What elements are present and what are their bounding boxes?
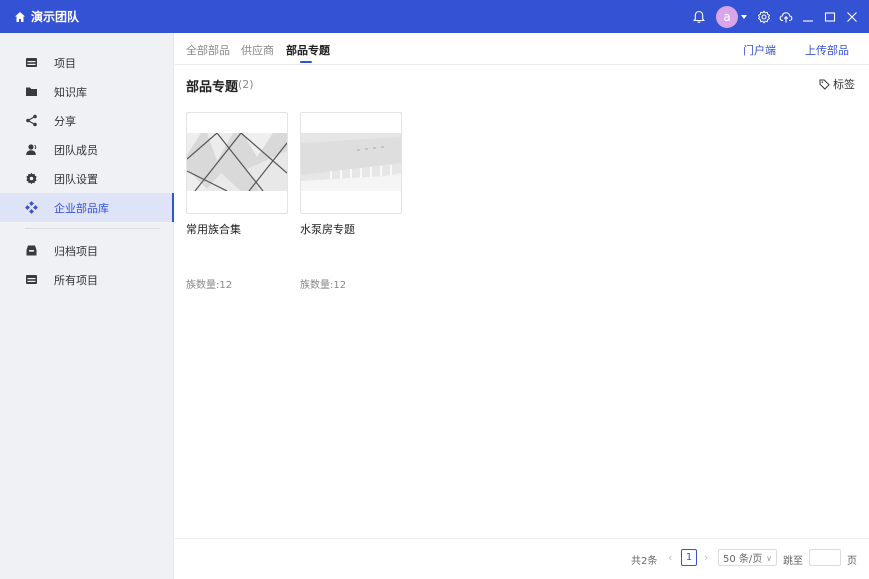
card-family-count: 族数量:12 <box>300 280 347 291</box>
tag-filter-button[interactable]: 标签 <box>819 76 855 92</box>
settings-button[interactable] <box>753 0 775 33</box>
share-icon <box>25 114 38 127</box>
sidebar-item-label: 企业部品库 <box>54 202 109 215</box>
section-count: (2) <box>238 78 254 91</box>
jump-label: 跳至 <box>783 556 803 567</box>
sidebar-item-projects[interactable]: 项目 <box>0 48 174 77</box>
card-thumbnail <box>301 133 401 191</box>
maximize-button[interactable] <box>819 0 841 33</box>
tag-icon <box>819 79 830 90</box>
sidebar-item-knowledge-base[interactable]: 知识库 <box>0 77 174 106</box>
pagination-total: 共2条 <box>631 556 658 567</box>
minimize-button[interactable] <box>797 0 819 33</box>
title-bar: 演示团队 a <box>0 0 869 33</box>
next-page-button[interactable]: › <box>704 551 708 564</box>
folder-icon <box>25 85 38 98</box>
sidebar-item-team-settings[interactable]: 团队设置 <box>0 164 174 193</box>
sidebar-item-all-projects[interactable]: 所有项目 <box>0 265 174 294</box>
tab-suppliers[interactable]: 供应商 <box>241 42 274 58</box>
prev-page-button[interactable]: ‹ <box>668 551 672 564</box>
close-icon <box>847 11 857 22</box>
tab-all-parts[interactable]: 全部部品 <box>186 42 230 58</box>
settings-icon <box>757 9 771 24</box>
sidebar-item-label: 分享 <box>54 115 76 128</box>
topic-card-pump-room[interactable] <box>300 112 402 214</box>
sidebar-item-label: 归档项目 <box>54 245 98 258</box>
sidebar-item-share[interactable]: 分享 <box>0 106 174 135</box>
page-number-current[interactable]: 1 <box>681 549 697 566</box>
sidebar-item-label: 团队设置 <box>54 173 98 186</box>
members-icon <box>25 143 38 156</box>
section-title: 部品专题 <box>186 80 239 95</box>
all-projects-icon <box>25 273 38 286</box>
tag-label: 标签 <box>833 78 855 91</box>
bell-icon <box>693 10 705 23</box>
sidebar-item-label: 知识库 <box>54 86 87 99</box>
avatar-dropdown-caret[interactable] <box>741 14 747 19</box>
archive-icon <box>25 244 38 257</box>
project-icon <box>25 56 38 69</box>
home-button[interactable]: 演示团队 <box>14 8 79 25</box>
sidebar-item-enterprise-library[interactable]: 企业部品库 <box>0 193 174 222</box>
gear-icon <box>25 172 38 185</box>
page-size-select[interactable]: 50 条/页 ∨ <box>718 549 777 566</box>
upload-parts-link[interactable]: 上传部品 <box>805 42 849 58</box>
maximize-icon <box>824 11 836 22</box>
minimize-icon <box>803 19 813 22</box>
sidebar-item-archived-projects[interactable]: 归档项目 <box>0 236 174 265</box>
sidebar-item-team-members[interactable]: 团队成员 <box>0 135 174 164</box>
main-content: 全部部品 供应商 部品专题 门户端 上传部品 部品专题 (2) 标签 常用族合集… <box>175 33 869 579</box>
close-button[interactable] <box>841 0 863 33</box>
user-avatar[interactable]: a <box>716 5 738 28</box>
chevron-down-icon: ∨ <box>766 554 772 563</box>
cloud-upload-icon <box>779 11 793 22</box>
pagination-bar: 共2条 ‹ 1 › 50 条/页 ∨ 跳至 页 <box>175 538 869 579</box>
notifications-button[interactable] <box>688 0 710 33</box>
jump-page-input[interactable] <box>809 549 841 566</box>
sidebar-item-label: 项目 <box>54 57 76 70</box>
sidebar-divider <box>25 228 160 229</box>
page-size-value: 50 条/页 <box>723 554 763 565</box>
active-tab-indicator <box>300 61 312 63</box>
card-title[interactable]: 常用族合集 <box>186 221 241 237</box>
home-icon <box>15 11 25 22</box>
tab-part-topics[interactable]: 部品专题 <box>286 42 330 58</box>
topic-card-common-families[interactable] <box>186 112 288 214</box>
library-icon <box>25 201 38 214</box>
card-family-count: 族数量:12 <box>186 280 233 291</box>
sidebar-item-label: 团队成员 <box>54 144 98 157</box>
upload-cloud-button[interactable] <box>775 0 797 33</box>
card-title[interactable]: 水泵房专题 <box>300 221 355 237</box>
page-unit-label: 页 <box>847 556 857 567</box>
portal-link[interactable]: 门户端 <box>743 42 776 58</box>
card-thumbnail <box>187 133 287 191</box>
team-title: 演示团队 <box>31 10 80 24</box>
sidebar-item-label: 所有项目 <box>54 274 98 287</box>
sidebar: 项目 知识库 分享 团队成员 团队设置 企业部品库 归档项目 所有项目 <box>0 33 174 579</box>
tab-bar: 全部部品 供应商 部品专题 门户端 上传部品 <box>175 33 869 65</box>
